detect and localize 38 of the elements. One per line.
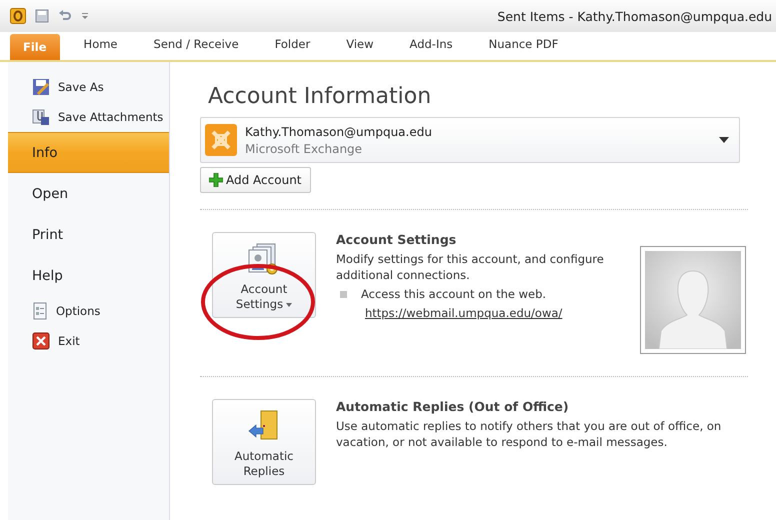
ribbon-tab[interactable]: Send / Receive (136, 34, 257, 60)
section-title: Account Settings (336, 232, 458, 247)
sidebar-item[interactable]: Save Attachments (8, 102, 169, 132)
window-title: Sent Items - Kathy.Thomason@umpqua.edu (497, 8, 772, 24)
sidebar-item[interactable]: Info (8, 132, 169, 173)
sidebar-item[interactable]: Open (8, 173, 169, 214)
exchange-icon (205, 124, 237, 156)
bullet-text: Access this account on the web. (361, 287, 546, 302)
close-icon (32, 332, 50, 350)
bullet-icon (340, 290, 347, 298)
account-selector[interactable]: Kathy.Thomason@umpqua.edu Microsoft Exchange (200, 117, 740, 163)
document-icon (32, 302, 48, 320)
undo-icon[interactable] (58, 9, 72, 23)
sidebar-item[interactable]: Options (8, 296, 169, 326)
page-heading: Account Information (208, 84, 432, 109)
save-icon[interactable] (34, 8, 50, 24)
sidebar-item[interactable]: Save As (8, 72, 169, 102)
caret-icon (719, 137, 729, 143)
ribbon-tab[interactable]: Nuance PDF (470, 34, 576, 60)
app-icon[interactable] (10, 8, 26, 24)
section-description: Use automatic replies to notify others that you are out of office, on vacation, or not available to respond to e-mail messages. (336, 418, 722, 450)
sidebar-item[interactable]: Exit (8, 326, 169, 356)
web-link[interactable]: https://webmail.umpqua.edu/owa/ (365, 306, 562, 320)
account-settings-button[interactable]: Account Settings (212, 232, 316, 318)
plus-icon (209, 173, 223, 187)
save-as-icon (32, 78, 50, 96)
sidebar-item[interactable]: Print (8, 214, 169, 255)
section-description: Modify settings for this account, and configure additional connections. (336, 251, 605, 284)
attachment-icon (32, 108, 50, 126)
sidebar-item[interactable]: Help (8, 255, 169, 296)
automatic-replies-button[interactable]: Automatic Replies (212, 399, 316, 485)
add-account-button[interactable]: Add Account (200, 167, 310, 193)
ribbon-tab[interactable]: View (328, 34, 392, 60)
section-title: Automatic Replies (Out of Office) (336, 399, 570, 414)
dropdown-icon[interactable] (80, 10, 90, 22)
ribbon-tab[interactable]: Folder (256, 34, 328, 60)
ribbon-tab[interactable]: Add-Ins (392, 34, 471, 60)
ribbon-tab[interactable]: Home (66, 34, 136, 60)
